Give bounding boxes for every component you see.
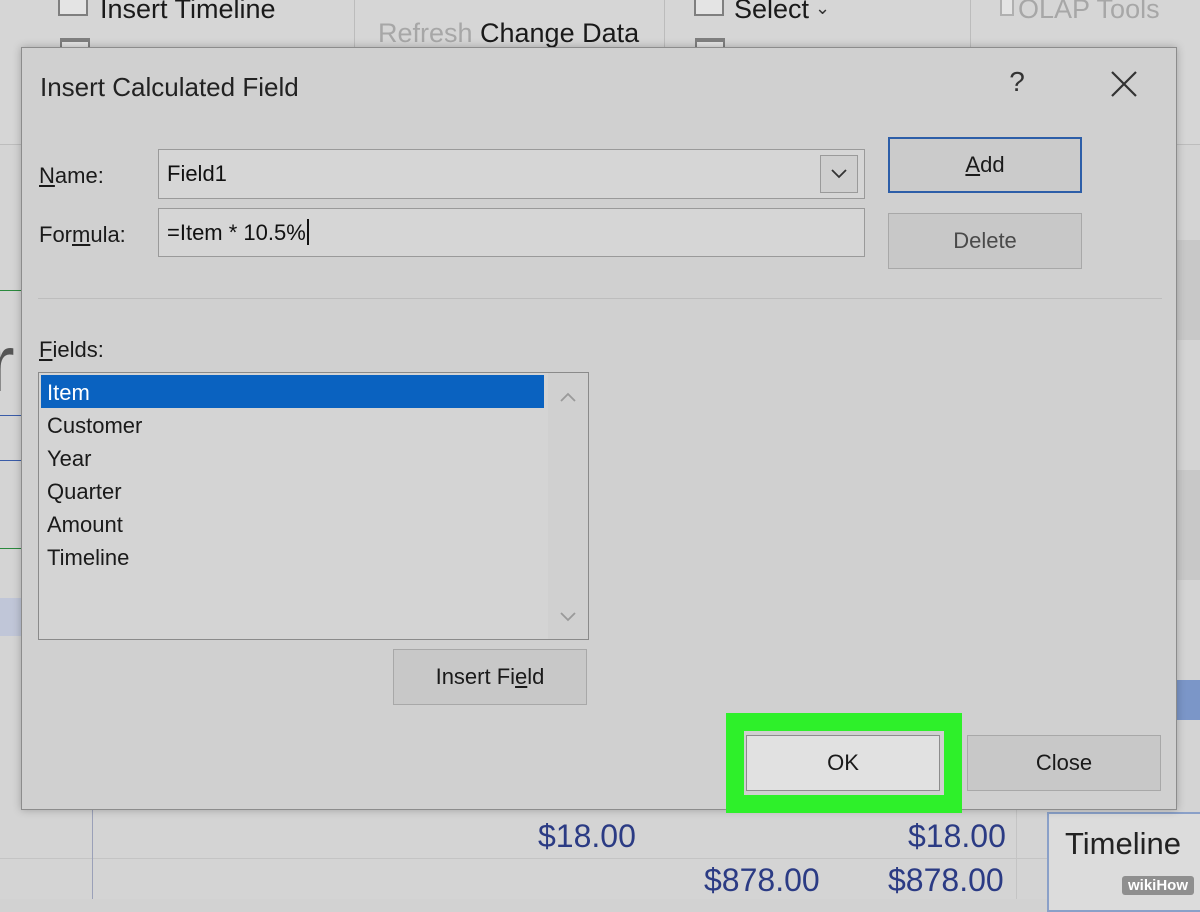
fields-label-text: ields:: [52, 337, 104, 362]
add-button[interactable]: Add: [888, 137, 1082, 193]
chevron-down-icon: ⌄: [815, 0, 831, 18]
close-icon[interactable]: [1108, 68, 1140, 100]
name-combobox[interactable]: Field1: [158, 149, 865, 199]
scroll-up-icon[interactable]: [559, 391, 577, 403]
list-item[interactable]: Quarter: [41, 474, 544, 507]
list-item[interactable]: Item: [41, 375, 544, 408]
timeline-slicer[interactable]: Timeline: [1047, 812, 1200, 912]
list-item[interactable]: Amount: [41, 507, 544, 540]
cell-value[interactable]: $18.00: [908, 818, 1006, 855]
delete-button[interactable]: Delete: [888, 213, 1082, 269]
list-item[interactable]: Year: [41, 441, 544, 474]
chevron-down-icon: [831, 169, 847, 179]
name-dropdown-button[interactable]: [820, 155, 858, 193]
insert-calculated-field-dialog: Insert Calculated Field ? Name: Field1 F…: [21, 47, 1177, 813]
insert-timeline-icon: [58, 0, 88, 16]
cell-value[interactable]: $878.00: [704, 862, 820, 899]
formula-label-text: For: [39, 222, 72, 247]
ribbon-separator: [664, 0, 665, 48]
insert-field-accesskey: e: [515, 664, 528, 689]
watermark-logo: wikiHow: [1121, 876, 1194, 895]
help-button[interactable]: ?: [1002, 66, 1032, 98]
formula-label: Formula:: [39, 222, 126, 248]
list-item[interactable]: Timeline: [41, 540, 544, 573]
fields-scrollbar[interactable]: [548, 373, 588, 639]
formula-value: =Item * 10.5%: [167, 220, 306, 245]
grid-line: [1016, 810, 1017, 899]
add-label: dd: [980, 152, 1005, 177]
cell-value[interactable]: $18.00: [538, 818, 636, 855]
select-icon: [694, 0, 724, 16]
grid-line: [0, 290, 22, 291]
olap-tools-button[interactable]: OLAP Tools: [1018, 0, 1160, 25]
sheet-right-strip: [1176, 680, 1200, 720]
ribbon-separator: [354, 0, 355, 48]
ribbon-separator: [970, 0, 971, 48]
change-data-button[interactable]: Change Data: [480, 18, 639, 49]
sheet-right-strip: [1176, 470, 1200, 580]
cell-value[interactable]: $878.00: [888, 862, 1004, 899]
scroll-down-icon[interactable]: [559, 611, 577, 623]
dialog-divider: [38, 298, 1162, 299]
select-button[interactable]: Select: [734, 0, 809, 25]
fields-label: Fields:: [39, 337, 104, 363]
formula-label-accesskey: m: [72, 222, 91, 247]
olap-tools-icon: [1000, 0, 1014, 16]
sheet-partial-glyph: r: [0, 319, 15, 408]
grid-line: [0, 858, 1200, 859]
insert-field-button[interactable]: Insert Fi e ld: [393, 649, 587, 705]
insert-field-label: Insert Fi: [435, 664, 516, 689]
insert-field-label: ld: [527, 664, 545, 689]
text-caret: [306, 219, 309, 245]
fields-listbox[interactable]: Item Customer Year Quarter Amount Timeli…: [38, 372, 589, 640]
grid-line: [0, 548, 22, 549]
grid-line: [92, 810, 93, 899]
name-value: Field1: [167, 161, 227, 186]
formula-input[interactable]: =Item * 10.5%: [158, 208, 865, 257]
list-item[interactable]: Customer: [41, 408, 544, 441]
add-accesskey: A: [965, 152, 981, 177]
sheet-right-strip: [1176, 240, 1200, 340]
name-label: Name:: [39, 163, 104, 189]
formula-label-text: ula:: [90, 222, 126, 247]
fields-label-accesskey: F: [39, 337, 53, 362]
insert-timeline-button[interactable]: Insert Timeline: [100, 0, 276, 25]
grid-line: [0, 460, 22, 461]
close-button[interactable]: Close: [967, 735, 1161, 791]
name-label-text: ame:: [54, 163, 104, 188]
refresh-button[interactable]: Refresh: [378, 18, 473, 49]
dialog-title: Insert Calculated Field: [40, 72, 299, 102]
sheet-selected-cell: [0, 598, 22, 636]
ok-button[interactable]: OK: [746, 735, 940, 791]
name-label-accesskey: N: [39, 163, 55, 188]
timeline-slicer-title: Timeline: [1065, 826, 1181, 861]
grid-line: [0, 415, 22, 416]
